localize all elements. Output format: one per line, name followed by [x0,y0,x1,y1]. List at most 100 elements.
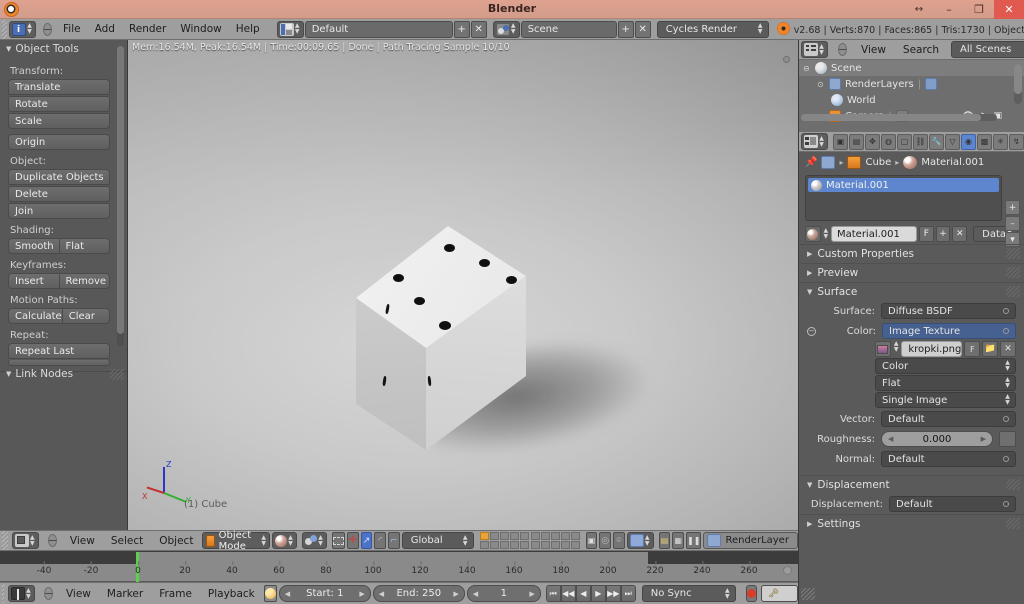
pin-icon[interactable]: 📌 [805,157,817,168]
layer-cell[interactable] [519,541,529,549]
add-screen-layout-button[interactable]: + [453,20,470,38]
material-slot-list[interactable]: Material.001 [805,175,1002,221]
render-layer-selector[interactable]: RenderLayer [703,532,798,549]
properties-tab-object[interactable]: ▢ [897,133,912,150]
collapse-outliner-menu-button[interactable] [838,43,847,56]
menu-help[interactable]: Help [229,21,267,37]
layer-cell[interactable] [530,541,540,549]
material-slot-item[interactable]: Material.001 [808,178,999,192]
layer-cell[interactable] [540,532,550,540]
image-color-space-selector[interactable]: Color ▲ ▼ [875,358,1016,374]
material-name-field[interactable]: Material.001 [830,226,917,242]
link-nodes-header[interactable]: ▼ Link Nodes [0,365,128,383]
timeline-editor-type-selector[interactable]: ▲ ▼ [7,585,35,602]
layer-cell[interactable] [519,532,529,540]
scene-field[interactable]: Scene [520,20,617,38]
color-node-selector[interactable]: Image Texture [882,323,1016,339]
snap-element-selector[interactable]: ▲ ▼ [626,532,654,549]
layer-grid-bottom[interactable] [530,532,580,549]
properties-tab-physics[interactable]: ↯ [1009,133,1024,150]
unlink-image-button[interactable]: ✕ [1000,341,1016,357]
rotate-manipulator-toggle[interactable]: ◜ [374,532,387,549]
viewport-menu-object[interactable]: Object [152,533,200,549]
start-frame-field[interactable]: ◀ Start: 1 ▶ [278,585,371,602]
layer-cell[interactable] [530,532,540,540]
delete-scene-button[interactable]: ✕ [634,20,651,38]
duplicate-objects-button[interactable]: Duplicate Objects [8,169,110,185]
layer-grid-top[interactable] [479,532,529,549]
viewport-shading-selector[interactable]: ▲ ▼ [272,532,298,549]
rotate-button[interactable]: Rotate [8,96,110,112]
layer-cell[interactable] [509,532,519,540]
move-window-icon[interactable]: ↔ [904,0,934,19]
collapse-node-icon[interactable]: − [807,326,816,336]
snap-during-transform-toggle[interactable] [332,532,346,549]
surface-shader-selector[interactable]: Diffuse BSDF [881,303,1016,319]
translate-manipulator-toggle[interactable]: ↗ [360,532,373,549]
interaction-mode-selector[interactable]: Object Mode ▲ ▼ [202,530,271,552]
use-preview-range-toggle[interactable] [263,585,277,602]
layer-cell[interactable] [550,532,560,540]
layer-cell[interactable] [540,541,550,549]
footer-grip[interactable] [2,531,8,550]
timeline-editor[interactable]: -40 -20 0 20 40 60 80 100 120 140 160 18… [0,552,798,604]
outliner-row-scene[interactable]: ⊖ Scene [799,60,1024,76]
add-scene-button[interactable]: + [617,20,634,38]
shade-smooth-button[interactable]: Smooth [8,238,59,254]
outliner-tree[interactable]: ⊖ Scene ⊙ RenderLayers | World ⊙ Camera … [799,60,1024,122]
collapse-timeline-menu-button[interactable] [43,587,53,600]
properties-tab-material[interactable]: ◉ [961,133,976,150]
timeline-menu-marker[interactable]: Marker [100,586,150,602]
section-preview[interactable]: ▶ Preview [799,263,1024,282]
properties-tab-render-layers[interactable]: ▤ [849,133,864,150]
open-image-button[interactable]: 📁 [982,341,999,357]
layer-cell[interactable] [479,541,489,549]
shade-flat-button[interactable]: Flat [58,238,110,254]
close-button[interactable]: ✕ [994,0,1024,19]
outliner-vertical-scrollbar[interactable] [1014,64,1022,104]
properties-tab-world[interactable]: ◍ [881,133,896,150]
previous-keyframe-button[interactable]: ◀◀ [560,585,576,602]
image-source-selector[interactable]: Single Image ▲ ▼ [875,392,1016,408]
chevron-updown-icon[interactable]: ▲ ▼ [893,341,899,357]
browse-image-button[interactable] [875,341,891,357]
layer-cell[interactable] [560,532,570,540]
outliner-menu-view[interactable]: View [854,42,893,58]
menu-render[interactable]: Render [122,21,173,37]
layer-cell[interactable] [499,532,509,540]
3d-viewport[interactable]: Z Y X (1) Cube Mem:16.54M, Peak:16.54M |… [128,40,798,530]
render-opengl-viewport-button[interactable]: ▤ [658,532,671,549]
link-toggle[interactable]: ⌾ [613,532,625,549]
outliner-row-renderlayers[interactable]: ⊙ RenderLayers | [799,76,1024,92]
proportional-edit-toggle[interactable]: ◎ [599,532,612,549]
section-displacement[interactable]: ▼ Displacement [799,475,1024,494]
scale-button[interactable]: Scale [8,113,110,129]
timeline-grip[interactable] [2,584,4,603]
play-button[interactable]: ▶ [590,585,606,602]
chevron-updown-icon[interactable]: ▲ ▼ [823,228,829,240]
viewport-zoom-handle[interactable] [783,56,790,63]
properties-tab-render[interactable]: ▣ [833,133,848,150]
new-material-button[interactable]: + [935,226,951,242]
origin-button[interactable]: Origin [8,134,110,150]
editor-type-selector[interactable]: i ▲ ▼ [9,20,37,38]
roughness-slider[interactable]: ◀ 0.000 ▶ [881,431,993,447]
viewport-menu-select[interactable]: Select [104,533,150,549]
expand-icon[interactable]: ⊙ [817,80,825,89]
play-reverse-button[interactable]: ◀ [575,585,591,602]
minimize-button[interactable]: – [934,0,964,19]
viewport-editor-type-selector[interactable]: ▲ ▼ [11,532,39,549]
maximize-button[interactable]: ❐ [964,0,994,19]
end-frame-field[interactable]: ◀ End: 250 ▶ [372,585,465,602]
active-keying-set-field[interactable]: 🗝 [760,585,798,602]
viewport-menu-view[interactable]: View [63,533,102,549]
properties-tab-particles[interactable]: ✳ [993,133,1008,150]
layer-cell[interactable] [499,541,509,549]
layer-cell[interactable] [489,541,499,549]
properties-editor-type-selector[interactable]: ▲ ▼ [801,133,828,150]
object-tools-header[interactable]: ▼ Object Tools [0,40,127,58]
delete-button[interactable]: Delete [8,186,110,202]
menu-add[interactable]: Add [88,21,122,37]
outliner-display-mode-selector[interactable]: All Scenes ▲▼ [951,41,1024,58]
jump-to-start-button[interactable]: ⏮ [545,585,561,602]
